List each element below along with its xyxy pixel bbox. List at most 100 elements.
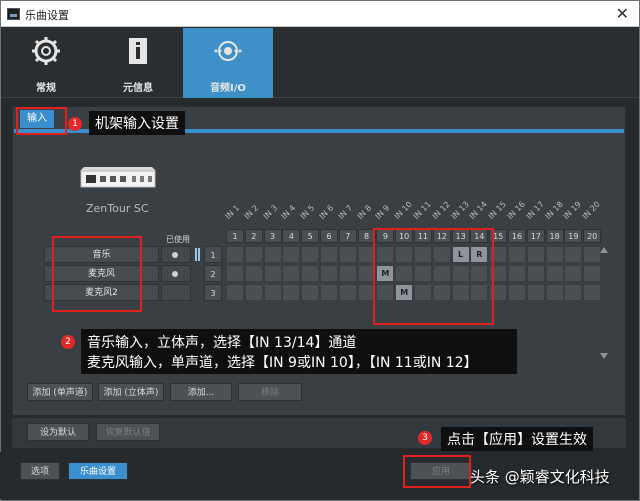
- annotation-2-line1: 音乐输入，立体声，选择【IN 13/14】通道: [87, 335, 357, 351]
- routing-cell[interactable]: [545, 265, 564, 282]
- meter-bar: [195, 248, 197, 261]
- routing-cell[interactable]: [226, 246, 244, 263]
- channel-index: 3: [204, 284, 222, 301]
- level-meter: [194, 246, 202, 263]
- routing-cell[interactable]: [263, 246, 282, 263]
- used-dot-icon: [172, 271, 178, 277]
- settings-tab-bar: 常规 元信息 音频I/O: [1, 28, 639, 98]
- routing-cell[interactable]: [282, 284, 301, 301]
- input-number-cell: 2: [244, 229, 263, 243]
- used-indicator: [161, 284, 191, 301]
- routing-cell[interactable]: [338, 265, 357, 282]
- routing-cell[interactable]: [263, 284, 282, 301]
- routing-cell[interactable]: [338, 284, 357, 301]
- title-bar: 乐曲设置 ✕: [1, 1, 639, 27]
- routing-cell[interactable]: [320, 265, 338, 282]
- input-number-cell: 7: [338, 229, 357, 243]
- routing-cell[interactable]: [508, 265, 526, 282]
- input-number-cell: 6: [320, 229, 338, 243]
- routing-cell[interactable]: [263, 265, 282, 282]
- meter-bar: [198, 248, 200, 261]
- highlight-box-inputs: [373, 228, 494, 325]
- scroll-up-icon[interactable]: [600, 247, 608, 253]
- used-indicator: [161, 246, 191, 263]
- remove-button[interactable]: 移除: [238, 383, 302, 401]
- routing-cell[interactable]: [244, 246, 263, 263]
- routing-cell[interactable]: [564, 265, 583, 282]
- device-name: ZenTour SC: [86, 202, 149, 215]
- tab-audio-io[interactable]: 音频I/O: [183, 28, 273, 98]
- options-button[interactable]: 选项: [20, 462, 60, 480]
- channel-index: 1: [204, 246, 222, 263]
- routing-cell[interactable]: [301, 284, 320, 301]
- scroll-down-icon[interactable]: [600, 353, 608, 359]
- gear-icon: [32, 37, 60, 65]
- tab-meta-info[interactable]: 元信息: [93, 28, 183, 98]
- input-number-cell: 18: [545, 229, 564, 243]
- annotation-1: 机架输入设置: [89, 111, 185, 135]
- annotation-2: 音乐输入，立体声，选择【IN 13/14】通道 麦克风输入，单声道，选择【IN …: [81, 329, 517, 374]
- routing-cell[interactable]: [320, 246, 338, 263]
- annotation-badge-1: 1: [68, 117, 82, 131]
- used-dot-icon: [172, 252, 178, 258]
- input-number-cell: 17: [526, 229, 545, 243]
- restore-default-button[interactable]: 恢复默认值: [96, 423, 160, 441]
- used-indicator: [161, 265, 191, 282]
- tab-label: 音频I/O: [210, 83, 246, 94]
- input-number-cell: 1: [226, 229, 244, 243]
- document-info-icon: [129, 38, 147, 64]
- routing-cell[interactable]: [244, 265, 263, 282]
- input-number-cell: 5: [301, 229, 320, 243]
- routing-cell[interactable]: [564, 284, 583, 301]
- close-icon[interactable]: ✕: [616, 4, 629, 23]
- routing-cell[interactable]: [282, 265, 301, 282]
- add-mono-button[interactable]: 添加 (单声道): [27, 383, 93, 401]
- routing-cell[interactable]: [301, 265, 320, 282]
- routing-cell[interactable]: [282, 246, 301, 263]
- annotation-badge-3: 3: [418, 431, 432, 445]
- routing-cell[interactable]: [583, 246, 602, 263]
- add-stereo-button[interactable]: 添加 (立体声): [98, 383, 164, 401]
- watermark: 头条 @颖睿文化科技: [470, 468, 610, 486]
- routing-cell[interactable]: [244, 284, 263, 301]
- highlight-box-input: [16, 107, 67, 135]
- device-icon: [80, 167, 156, 188]
- channel-index: 2: [204, 265, 222, 282]
- set-default-button[interactable]: 设为默认: [27, 423, 89, 441]
- tab-general[interactable]: 常规: [1, 28, 91, 98]
- routing-cell[interactable]: [545, 246, 564, 263]
- input-number-cell: 19: [564, 229, 583, 243]
- routing-cell[interactable]: [526, 265, 545, 282]
- level-meter: [194, 284, 202, 301]
- routing-cell[interactable]: [226, 265, 244, 282]
- routing-cell[interactable]: [545, 284, 564, 301]
- tab-label: 元信息: [123, 83, 153, 94]
- input-number-cell: 16: [508, 229, 526, 243]
- routing-cell[interactable]: [226, 284, 244, 301]
- routing-cell[interactable]: [301, 246, 320, 263]
- tab-label: 常规: [36, 83, 56, 94]
- add-more-button[interactable]: 添加...: [170, 383, 232, 401]
- routing-cell[interactable]: [508, 284, 526, 301]
- routing-cell[interactable]: [583, 284, 602, 301]
- routing-cell[interactable]: [320, 284, 338, 301]
- annotation-3: 点击【应用】设置生效: [441, 427, 593, 451]
- app-icon: [7, 8, 20, 20]
- routing-cell[interactable]: [338, 246, 357, 263]
- annotation-2-line2: 麦克风输入，单声道，选择【IN 9或IN 10】，【IN 11或IN 12】: [87, 355, 478, 371]
- routing-cell[interactable]: [526, 246, 545, 263]
- level-meter: [194, 265, 202, 282]
- highlight-box-apply: [403, 455, 471, 488]
- routing-cell[interactable]: [583, 265, 602, 282]
- input-number-cell: 20: [583, 229, 602, 243]
- window-title: 乐曲设置: [25, 9, 69, 22]
- song-settings-button[interactable]: 乐曲设置: [68, 462, 128, 480]
- input-number-cell: 4: [282, 229, 301, 243]
- routing-cell[interactable]: [508, 246, 526, 263]
- used-header: 已使用: [166, 235, 190, 244]
- highlight-box-channels: [52, 236, 142, 312]
- input-number-cell: 3: [263, 229, 282, 243]
- annotation-badge-2: 2: [61, 335, 75, 349]
- routing-cell[interactable]: [526, 284, 545, 301]
- routing-cell[interactable]: [564, 246, 583, 263]
